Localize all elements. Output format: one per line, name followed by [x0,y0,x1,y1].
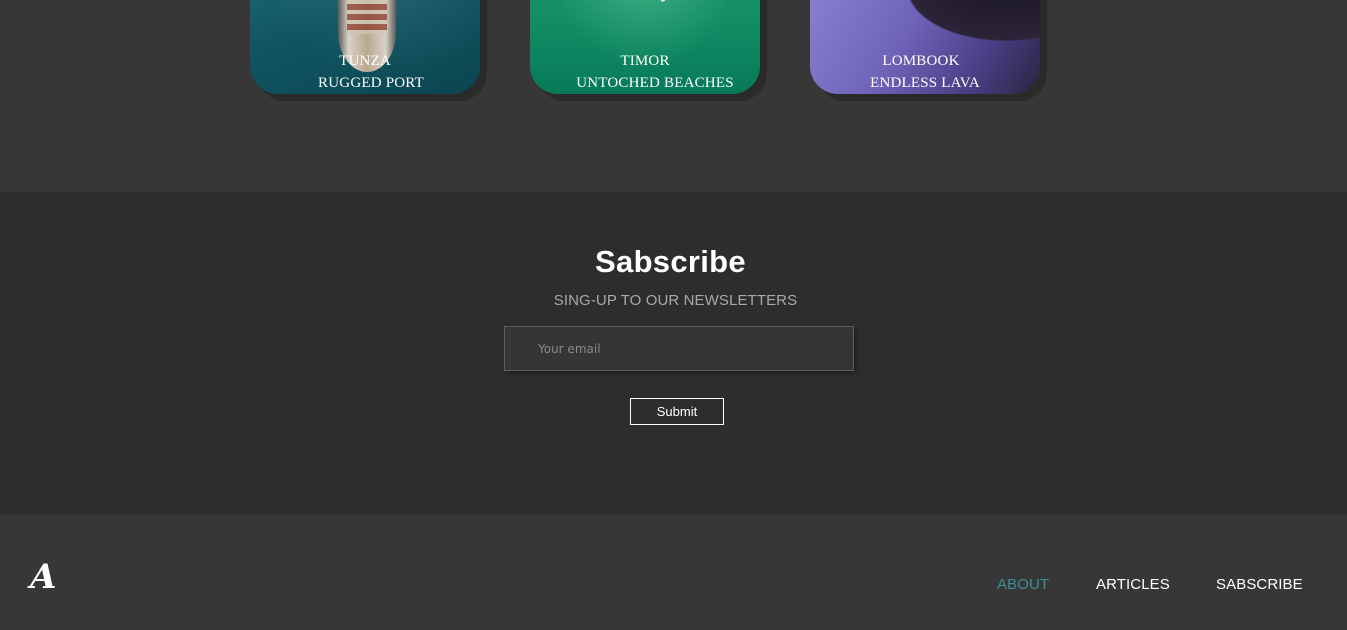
subscribe-title: Sabscribe [595,244,746,279]
subscribe-section: Sabscribe SING-UP TO OUR NEWSLETTERS Sub… [0,192,1347,515]
card-title: LOMBOOK [882,53,960,69]
logo[interactable]: A [30,559,56,595]
subscribe-subtitle: SING-UP TO OUR NEWSLETTERS [553,292,798,309]
nav-about[interactable]: ABOUT [997,576,1049,593]
card-timor[interactable]: TIMOR UNTOCHED BEACHES [530,0,760,94]
submit-button[interactable]: Submit [630,398,724,425]
card-tunza[interactable]: TUNZA RUGGED PORT [250,0,480,94]
card-title: TUNZA [339,53,391,69]
card-subtitle: UNTOCHED BEACHES [576,75,734,91]
nav-articles[interactable]: ARTICLES [1096,576,1170,593]
footer: A ABOUT ARTICLES SABSCRIBE [0,515,1347,630]
nav-subscribe[interactable]: SABSCRIBE [1216,576,1303,593]
email-field[interactable] [504,326,854,371]
card-title: TIMOR [620,53,670,69]
boats-image [632,0,672,30]
card-lombook[interactable]: LOMBOOK ENDLESS LAVA [810,0,1040,94]
card-subtitle: RUGGED PORT [318,75,424,91]
card-subtitle: ENDLESS LAVA [870,75,980,91]
destination-cards-section: TUNZA RUGGED PORT TIMOR UNTOCHED BEACHES… [0,0,1347,192]
